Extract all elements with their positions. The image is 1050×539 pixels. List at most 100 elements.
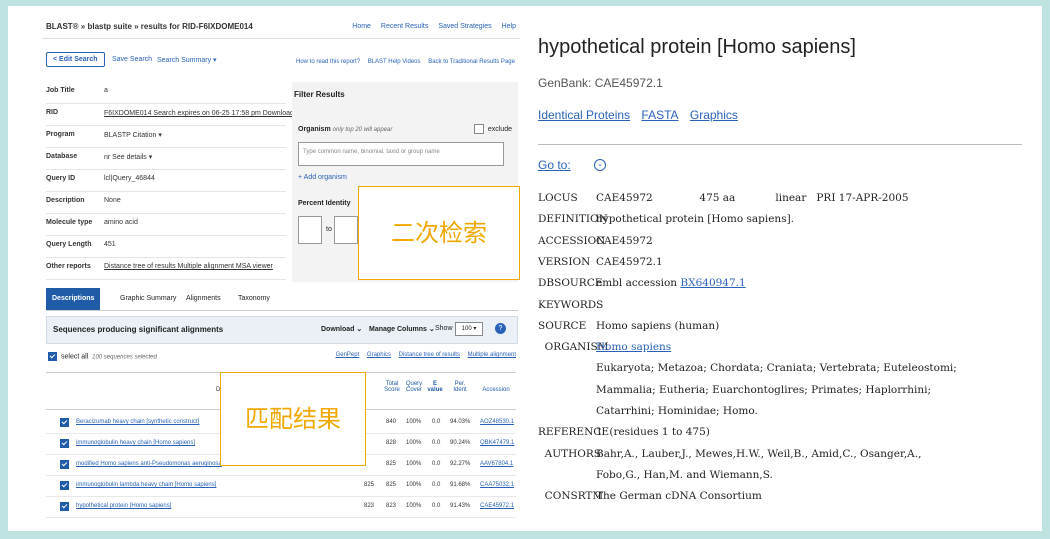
top-nav: Home Recent Results Saved Strategies Hel… [344, 23, 516, 30]
row-query-cover: 100% [406, 419, 422, 425]
manage-columns-dropdown[interactable]: Manage Columns ⌄ [369, 325, 435, 333]
tab-alignments[interactable]: Alignments [180, 288, 227, 310]
nav-home[interactable]: Home [352, 23, 371, 30]
row-evalue: 0.0 [432, 482, 441, 488]
percent-identity-min-input[interactable] [298, 216, 322, 244]
exclude-checkbox[interactable]: exclude [473, 124, 512, 134]
nav-saved-strategies[interactable]: Saved Strategies [438, 23, 491, 30]
annotation-search-again: 二次检索 [358, 186, 520, 280]
info-key: Program [46, 131, 75, 138]
multiple-alignment-link[interactable]: Multiple alignment [468, 352, 516, 358]
info-row: Query ID lcl|Query_46844 [46, 170, 286, 192]
row-evalue: 0.0 [432, 440, 441, 446]
row-total-score: 823 [386, 503, 397, 509]
info-key: Query Length [46, 241, 92, 248]
annotation-match-results: 匹配结果 [220, 372, 366, 466]
row-accession[interactable]: CAE45972.1 [480, 503, 514, 509]
col-evalue[interactable]: E value [426, 381, 444, 393]
checkbox-checked-icon[interactable] [48, 352, 57, 361]
traditional-results-link[interactable]: Back to Traditional Results Page [428, 59, 515, 65]
col-total-score[interactable]: Total Score [384, 381, 400, 393]
genpept-link[interactable]: GenPept [336, 352, 360, 358]
row-max-score: 823 [364, 503, 375, 509]
genbank-field-label: LOCUS [538, 192, 578, 204]
help-links: How to read this report? BLAST Help Vide… [296, 59, 521, 65]
info-key: Other reports [46, 263, 91, 270]
goto-link[interactable]: Go to: [538, 158, 571, 172]
info-value: BLASTP Citation ▾ [104, 132, 162, 139]
genbank-field-value: embl accession BX640947.1 [596, 277, 746, 290]
save-search-link[interactable]: Save Search [112, 56, 152, 63]
row-accession[interactable]: CAA75032.1 [480, 482, 514, 488]
show-count-select[interactable]: 100 ▾ [455, 322, 483, 336]
select-all-checkbox[interactable]: select all 100 sequences selected [48, 352, 157, 361]
row-checkbox[interactable] [60, 460, 69, 469]
genbank-field-label: SOURCE [538, 319, 587, 332]
col-per-ident[interactable]: Per. Ident [450, 381, 470, 393]
rid-value[interactable]: F6IXDOME014 Search expires on 06-25 17:5… [104, 109, 309, 117]
nav-recent-results[interactable]: Recent Results [381, 23, 428, 30]
row-checkbox[interactable] [60, 439, 69, 448]
blast-topbar: BLAST® » blastp suite » results for RID-… [42, 16, 520, 39]
row-evalue: 0.0 [432, 461, 441, 467]
download-dropdown[interactable]: Download ⌄ [321, 325, 362, 333]
genbank-link[interactable]: BX640947.1 [680, 277, 745, 289]
genbank-field-value: The German cDNA Consortium [596, 490, 762, 503]
job-info-table: Job Title a RID F6IXDOME014 Search expires… [46, 82, 309, 280]
add-organism-link[interactable]: + Add organism [298, 174, 347, 181]
genbank-field-label: CONSRTM [538, 490, 604, 503]
percent-identity-max-input[interactable] [334, 216, 358, 244]
row-description[interactable]: hypothetical protein [Homo sapiens] [76, 503, 171, 509]
exclude-label: exclude [487, 125, 512, 133]
genbank-link[interactable]: Homo sapiens [596, 341, 671, 353]
row-total-score: 828 [386, 440, 397, 446]
row-per-ident: 91.43% [450, 503, 471, 509]
help-videos-link[interactable]: BLAST Help Videos [368, 59, 421, 65]
col-accession[interactable]: Accession [478, 387, 514, 393]
row-checkbox[interactable] [60, 502, 69, 511]
show-label: Show [435, 325, 453, 332]
row-description[interactable]: modified Homo sapiens anti-Pseudomonas a… [76, 461, 222, 467]
identical-proteins-link[interactable]: Identical Proteins [538, 108, 630, 122]
row-description[interactable]: Beracizumab heavy chain [synthetic const… [76, 419, 199, 425]
tab-descriptions[interactable]: Descriptions [46, 288, 101, 310]
results-tabs: Descriptions Graphic Summary Alignments … [46, 288, 518, 311]
row-accession[interactable]: AAV67804.1 [480, 461, 513, 467]
genbank-field-value: hypothetical protein [Homo sapiens]. [596, 213, 795, 226]
edit-search-button[interactable]: < Edit Search [46, 52, 105, 67]
fasta-link[interactable]: FASTA [641, 108, 678, 122]
row-description[interactable]: immunoglobulin lambda heavy chain [Homo … [76, 482, 216, 488]
genbank-field-value: . [596, 298, 600, 311]
tab-graphic-summary[interactable]: Graphic Summary [114, 288, 182, 310]
organism-input[interactable]: Type common name, binomial, taxid or gro… [298, 142, 504, 166]
info-row: RID F6IXDOME014 Search expires on 06-25 1… [46, 104, 309, 126]
row-description[interactable]: immunoglobulin heavy chain [Homo sapiens… [76, 440, 195, 446]
genbank-field-label: VERSION [538, 255, 591, 268]
tab-taxonomy[interactable]: Taxonomy [232, 288, 276, 310]
graphics-link[interactable]: Graphics [690, 108, 738, 122]
info-row: Database nr See details ▾ [46, 148, 286, 170]
distance-tree-link[interactable]: Distance tree of results [399, 352, 460, 358]
genbank-field-value: Bahr,A., Lauber,J., Mewes,H.W., Weil,B.,… [596, 447, 922, 460]
row-accession[interactable]: AOZ48530.1 [480, 419, 514, 425]
row-query-cover: 100% [406, 482, 422, 488]
chevron-down-icon[interactable]: ⌄ [594, 159, 606, 171]
help-icon[interactable]: ? [495, 323, 506, 334]
checkbox-box[interactable] [473, 124, 484, 134]
how-to-read-link[interactable]: How to read this report? [296, 59, 360, 65]
table-row[interactable]: hypothetical protein [Homo sapiens] 823 … [46, 496, 516, 518]
row-checkbox[interactable] [60, 481, 69, 490]
nav-help[interactable]: Help [502, 23, 516, 30]
row-accession[interactable]: QBK47479.1 [480, 440, 514, 446]
graphics-link[interactable]: Graphics [367, 352, 391, 358]
table-row[interactable]: immunoglobulin lambda heavy chain [Homo … [46, 475, 516, 497]
genbank-field-value: Eukaryota; Metazoa; Chordata; Craniata; … [596, 362, 957, 375]
info-value: a [104, 87, 108, 94]
row-checkbox[interactable] [60, 418, 69, 427]
genbank-field-value: CAE45972 [596, 234, 653, 247]
search-summary-dropdown[interactable]: Search Summary ▾ [157, 56, 217, 64]
col-query-cover[interactable]: Query Cover [404, 381, 424, 393]
row-per-ident: 90.24% [450, 440, 471, 446]
info-value: amino acid [104, 219, 138, 226]
other-reports-links[interactable]: Distance tree of results Multiple alignm… [104, 263, 273, 270]
